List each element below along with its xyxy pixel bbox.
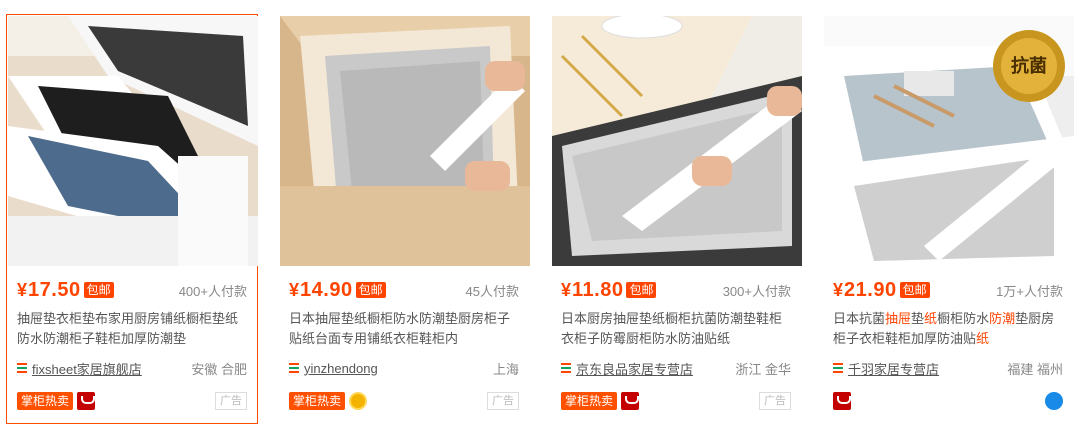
- price: 11.80: [572, 278, 624, 301]
- shop-row: fixsheet家居旗舰店 安徽 合肥: [17, 358, 247, 378]
- shop-icon: [17, 363, 27, 373]
- location: 福建 福州: [1007, 361, 1063, 377]
- title-keyword-highlight: 防潮: [989, 311, 1016, 326]
- location: 浙江 金华: [735, 361, 791, 377]
- price-row: ¥ 11.80 包邮 300+人付款: [561, 278, 791, 302]
- tmall-icon: [77, 392, 96, 410]
- product-title[interactable]: 日本抗菌抽屉垫纸橱柜防水防潮垫厨房柜子衣柜鞋柜加厚防油贴纸: [833, 309, 1061, 349]
- shop-name-link[interactable]: 京东良品家居专营店: [576, 359, 693, 378]
- location: 上海: [492, 361, 519, 377]
- price-row: ¥ 17.50 包邮 400+人付款: [17, 278, 247, 302]
- free-shipping-badge: 包邮: [899, 282, 930, 298]
- shop-name-link[interactable]: fixsheet家居旗舰店: [32, 359, 142, 378]
- title-keyword-highlight: 纸: [924, 311, 938, 326]
- shop-name-link[interactable]: 千羽家居专营店: [848, 359, 939, 378]
- price-row: ¥ 14.90 包邮 45人付款: [289, 278, 519, 302]
- product-image[interactable]: [8, 16, 258, 266]
- badge-row: 掌柜热卖 广告: [17, 391, 247, 411]
- product-grid: ¥ 17.50 包邮 400+人付款 抽屉垫衣柜垫布家用厨房铺纸橱柜垫纸防水防潮…: [0, 0, 1080, 440]
- badge-row: [833, 391, 1063, 411]
- badge-row: 掌柜热卖 广告: [289, 391, 519, 411]
- free-shipping-badge: 包邮: [355, 282, 386, 298]
- hot-sale-badge: 掌柜热卖: [17, 392, 74, 410]
- shop-row: 千羽家居专营店 福建 福州: [833, 358, 1063, 378]
- product-image[interactable]: [552, 16, 802, 266]
- free-shipping-badge: 包邮: [626, 282, 657, 298]
- price: 17.50: [28, 278, 81, 301]
- shop-name-link[interactable]: yinzhendong: [304, 361, 378, 376]
- title-text: 抽屉垫衣柜垫布家用厨房铺纸橱柜垫纸防水防潮柜子鞋柜加厚防潮垫: [17, 311, 239, 346]
- title-keyword-highlight: 纸: [976, 331, 990, 346]
- badge-row: 掌柜热卖 广告: [561, 391, 791, 411]
- ad-tag: 广告: [215, 392, 247, 410]
- sold-count: 300+人付款: [722, 283, 791, 299]
- product-image[interactable]: 抗菌: [824, 16, 1074, 266]
- ad-tag: 广告: [487, 392, 519, 410]
- product-image[interactable]: [280, 16, 530, 266]
- currency-symbol: ¥: [561, 279, 572, 300]
- shop-row: yinzhendong 上海: [289, 358, 519, 378]
- title-keyword-highlight: 抽屉: [885, 311, 912, 326]
- sold-count: 1万+人付款: [996, 283, 1063, 299]
- sold-count: 45人付款: [465, 283, 519, 299]
- product-card[interactable]: 抗菌 ¥ 21.90 包邮 1万+人付款 日本抗菌抽屉垫纸橱柜防水防潮垫厨房柜子…: [822, 14, 1074, 424]
- product-title[interactable]: 日本厨房抽屉垫纸橱柜抗菌防潮垫鞋柜衣柜子防霉厨柜防水防油贴纸: [561, 309, 789, 349]
- sold-count: 400+人付款: [178, 283, 247, 299]
- gold-medal-icon: [349, 392, 368, 410]
- title-text: 橱柜防水: [937, 311, 990, 326]
- hot-sale-badge: 掌柜热卖: [289, 392, 346, 410]
- price-row: ¥ 21.90 包邮 1万+人付款: [833, 278, 1063, 302]
- title-text: 日本厨房抽屉垫纸橱柜抗菌防潮垫鞋柜衣柜子防霉厨柜防水防油贴纸: [561, 311, 783, 346]
- free-shipping-badge: 包邮: [83, 282, 114, 298]
- shop-row: 京东良品家居专营店 浙江 金华: [561, 358, 791, 378]
- price: 21.90: [844, 278, 897, 301]
- tmall-icon: [621, 392, 640, 410]
- currency-symbol: ¥: [833, 279, 844, 300]
- ad-tag: 广告: [759, 392, 791, 410]
- shop-icon: [561, 363, 571, 373]
- title-text: 垫: [911, 311, 925, 326]
- tmall-icon: [833, 392, 851, 410]
- currency-symbol: ¥: [289, 279, 300, 300]
- location: 安徽 合肥: [191, 361, 247, 377]
- title-text: 日本抽屉垫纸橱柜防水防潮垫厨房柜子贴纸台面专用铺纸衣柜鞋柜内: [289, 311, 511, 346]
- price: 14.90: [300, 278, 353, 301]
- product-title[interactable]: 抽屉垫衣柜垫布家用厨房铺纸橱柜垫纸防水防潮柜子鞋柜加厚防潮垫: [17, 309, 245, 349]
- shop-icon: [833, 363, 843, 373]
- shop-icon: [289, 363, 299, 373]
- product-card[interactable]: ¥ 17.50 包邮 400+人付款 抽屉垫衣柜垫布家用厨房铺纸橱柜垫纸防水防潮…: [6, 14, 258, 424]
- title-text: 日本抗菌: [833, 311, 886, 326]
- product-title[interactable]: 日本抽屉垫纸橱柜防水防潮垫厨房柜子贴纸台面专用铺纸衣柜鞋柜内: [289, 309, 517, 349]
- blue-drop-icon: [1045, 392, 1063, 410]
- hot-sale-badge: 掌柜热卖: [561, 392, 618, 410]
- svg-text:抗菌: 抗菌: [1011, 55, 1047, 77]
- product-card[interactable]: ¥ 11.80 包邮 300+人付款 日本厨房抽屉垫纸橱柜抗菌防潮垫鞋柜衣柜子防…: [550, 14, 802, 424]
- product-card[interactable]: ¥ 14.90 包邮 45人付款 日本抽屉垫纸橱柜防水防潮垫厨房柜子贴纸台面专用…: [278, 14, 530, 424]
- currency-symbol: ¥: [17, 279, 28, 300]
